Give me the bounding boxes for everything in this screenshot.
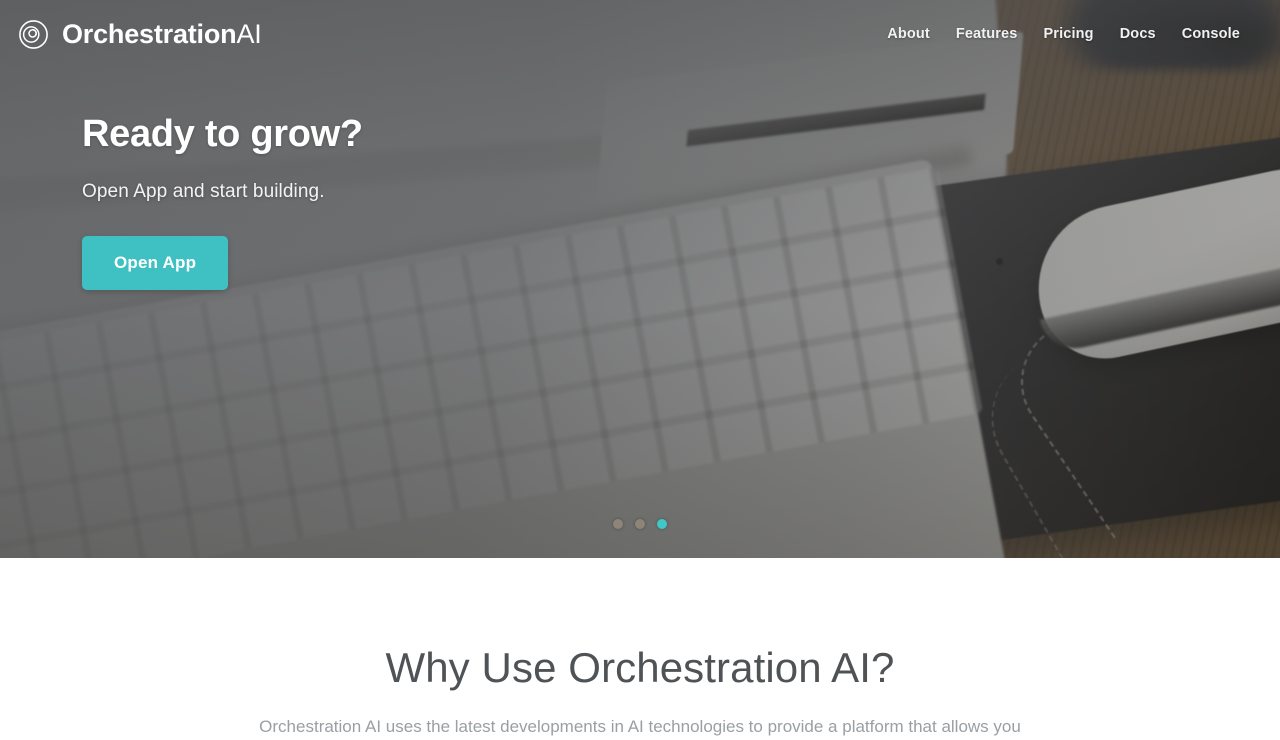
brand-name: OrchestrationAI bbox=[62, 18, 262, 49]
brand-logo-link[interactable]: OrchestrationAI bbox=[18, 19, 262, 50]
top-navigation-bar: OrchestrationAI About Features Pricing D… bbox=[0, 0, 1280, 68]
nav-link-about[interactable]: About bbox=[887, 26, 930, 42]
section-title: Why Use Orchestration AI? bbox=[385, 644, 895, 691]
open-app-button[interactable]: Open App bbox=[82, 235, 229, 290]
nav-link-pricing[interactable]: Pricing bbox=[1043, 26, 1093, 42]
hero-banner: OrchestrationAI About Features Pricing D… bbox=[0, 0, 1280, 558]
brand-name-bold: Orchestration bbox=[62, 18, 237, 49]
nav-link-console[interactable]: Console bbox=[1182, 26, 1240, 42]
spiral-circle-logo-icon bbox=[18, 19, 49, 50]
carousel-dot-2[interactable] bbox=[635, 519, 645, 529]
carousel-dot-3[interactable] bbox=[657, 519, 667, 529]
hero-title: Ready to grow? bbox=[82, 113, 363, 155]
carousel-dots bbox=[0, 519, 1280, 529]
carousel-dot-1[interactable] bbox=[613, 519, 623, 529]
nav-links: About Features Pricing Docs Console bbox=[887, 26, 1240, 42]
section-body: Orchestration AI uses the latest develop… bbox=[259, 717, 1021, 736]
hero-content: Ready to grow? Open App and start buildi… bbox=[82, 112, 363, 290]
why-use-section: Why Use Orchestration AI? Orchestration … bbox=[0, 558, 1280, 736]
nav-link-features[interactable]: Features bbox=[956, 26, 1018, 42]
brand-name-light: AI bbox=[236, 18, 262, 49]
hero-subtitle: Open App and start building. bbox=[82, 180, 325, 202]
nav-link-docs[interactable]: Docs bbox=[1120, 26, 1156, 42]
